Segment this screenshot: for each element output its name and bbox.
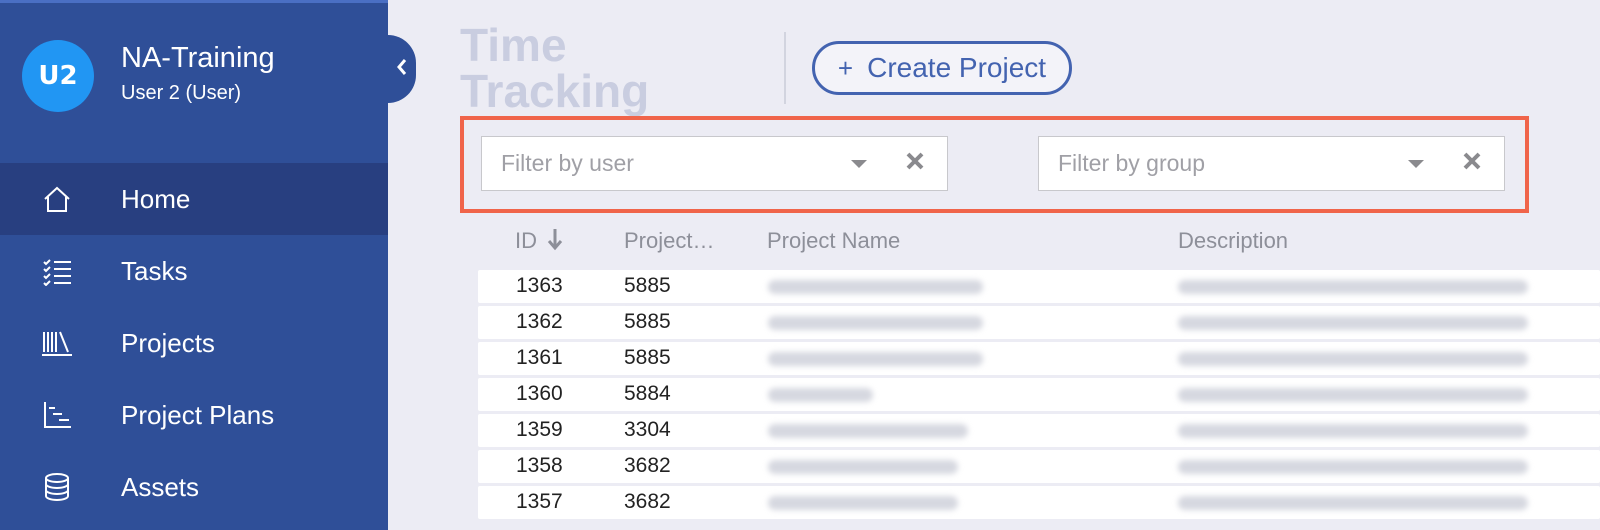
cell-id: 1357 [516,490,563,513]
table-row[interactable]: 1362 5885 [478,306,1600,339]
user-role: User 2 (User) [121,82,242,104]
sidebar-collapse-button[interactable] [388,35,416,103]
cell-id: 1361 [516,346,563,369]
redacted-project-name [768,280,983,294]
sidebar-item-label: Home [121,183,191,214]
cell-id: 1359 [516,418,563,441]
sidebar-item-home[interactable]: Home [0,163,388,235]
clear-group-filter-icon[interactable] [1462,151,1482,176]
filter-by-user[interactable]: Filter by user [481,136,948,191]
cell-project: 5884 [624,382,671,405]
cell-project: 5885 [624,346,671,369]
filter-group-placeholder: Filter by group [1058,150,1206,176]
redacted-project-name [768,496,958,510]
table-row[interactable]: 1360 5884 [478,378,1600,411]
books-icon [40,326,74,360]
cell-id: 1362 [516,310,563,333]
table-row[interactable]: 1357 3682 [478,486,1600,519]
cell-id: 1360 [516,382,563,405]
redacted-project-name [768,388,873,402]
plus-icon: + [837,52,854,83]
redacted-project-name [768,460,958,474]
checklist-icon [40,254,74,288]
sidebar-item-projects[interactable]: Projects [0,307,388,379]
redacted-description [1178,424,1528,438]
filter-by-group[interactable]: Filter by group [1038,136,1505,191]
cell-project: 3304 [624,418,671,441]
gantt-icon [40,398,74,432]
sidebar-item-project-plans[interactable]: Project Plans [0,379,388,451]
dropdown-caret-icon[interactable] [851,159,867,168]
redacted-project-name [768,352,983,366]
redacted-description [1178,352,1528,366]
sidebar-item-tasks[interactable]: Tasks [0,235,388,307]
page-title: Time Tracking [460,19,650,117]
sidebar-top-border [0,0,388,3]
table-row[interactable]: 1363 5885 [478,270,1600,303]
chevron-left-icon [396,58,408,81]
avatar[interactable]: U2 [22,40,94,112]
column-header-description[interactable]: Description [1178,228,1288,254]
project-table-body: 1363 5885 1362 5885 1361 5885 1360 5884 … [478,270,1600,522]
sidebar-item-label: Assets [121,471,200,502]
cell-project: 3682 [624,454,671,477]
cell-project: 5885 [624,274,671,297]
table-row[interactable]: 1358 3682 [478,450,1600,483]
database-icon [40,470,74,504]
dropdown-caret-icon[interactable] [1408,159,1424,168]
create-project-button[interactable]: + Create Project [812,41,1072,95]
sort-descending-icon[interactable] [546,226,564,257]
column-header-project-name[interactable]: Project Name [767,228,900,254]
column-header-project[interactable]: Project… [624,228,714,254]
filter-user-placeholder: Filter by user [501,150,634,176]
redacted-description [1178,316,1528,330]
sidebar-item-label: Projects [121,327,215,358]
redacted-description [1178,388,1528,402]
column-header-id[interactable]: ID [515,228,537,254]
redacted-description [1178,280,1528,294]
table-row[interactable]: 1361 5885 [478,342,1600,375]
clear-user-filter-icon[interactable] [905,151,925,176]
sidebar-nav: Home Tasks Projects Project Plans Assets [0,163,388,523]
create-project-label: Create Project [867,52,1047,83]
redacted-description [1178,460,1528,474]
sidebar: U2 NA-Training User 2 (User) Home Tasks … [0,0,388,530]
sidebar-item-label: Project Plans [121,399,275,430]
cell-project: 3682 [624,490,671,513]
sidebar-item-assets[interactable]: Assets [0,451,388,523]
home-icon [40,182,74,216]
cell-project: 5885 [624,310,671,333]
redacted-project-name [768,424,968,438]
org-name: NA-Training [121,42,275,74]
redacted-description [1178,496,1528,510]
table-row[interactable]: 1359 3304 [478,414,1600,447]
cell-id: 1363 [516,274,563,297]
sidebar-item-label: Tasks [121,255,188,286]
redacted-project-name [768,316,983,330]
cell-id: 1358 [516,454,563,477]
header-divider [784,32,786,104]
